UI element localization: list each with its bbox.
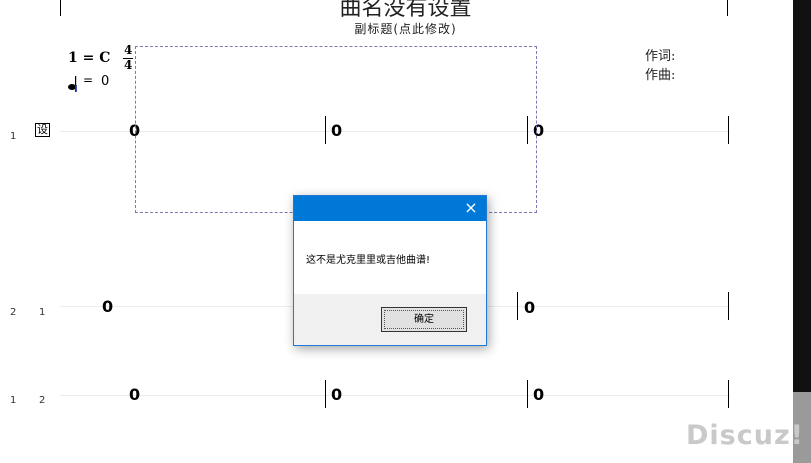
row-3-note-3[interactable]: 0 xyxy=(533,385,544,404)
row-1-label: 1 xyxy=(10,131,17,142)
staff-line-row-3 xyxy=(60,395,730,396)
row-2-note-1[interactable]: 0 xyxy=(102,297,113,316)
row-1-bar-end xyxy=(728,116,729,144)
score-subtitle[interactable]: 副标题(点此修改) xyxy=(0,20,811,37)
watermark: Discuz! xyxy=(686,420,804,451)
row-3-bar-end xyxy=(728,380,729,408)
time-signature-top: 4 xyxy=(124,43,133,57)
dialog-message: 这不是尤克里里或吉他曲谱! xyxy=(306,255,431,266)
row-2-bar-1 xyxy=(517,292,518,320)
time-signature-bottom: 4 xyxy=(124,58,133,72)
row-3-bar-1 xyxy=(325,380,326,408)
row-3-bar-2 xyxy=(527,380,528,408)
row-3-label-1: 1 xyxy=(10,395,17,406)
dialog-titlebar[interactable]: × xyxy=(294,196,486,221)
row-2-label-2: 1 xyxy=(39,307,46,318)
tempo-equals: = xyxy=(83,73,94,87)
score-title[interactable]: 曲名没有设置 xyxy=(0,0,811,22)
row-2-note-2[interactable]: 0 xyxy=(524,298,535,317)
row-3-label-2: 2 xyxy=(39,395,46,406)
key-signature: 1 = C xyxy=(68,50,111,66)
clef-mark[interactable]: 设 xyxy=(35,123,50,137)
row-3-note-1[interactable]: 0 xyxy=(129,385,140,404)
row-2-bar-end xyxy=(728,292,729,320)
tempo-value[interactable]: 0 xyxy=(101,74,109,89)
selection-box xyxy=(135,46,537,213)
row-3-note-2[interactable]: 0 xyxy=(331,385,342,404)
row-2-label-1: 2 xyxy=(10,307,17,318)
cursor-mark: I xyxy=(74,84,78,95)
composer-label[interactable]: 作曲: xyxy=(645,64,675,83)
close-icon[interactable]: × xyxy=(460,198,482,218)
lyricist-label[interactable]: 作词: xyxy=(645,45,675,64)
ok-button[interactable]: 确定 xyxy=(381,307,467,332)
message-dialog: × 这不是尤克里里或吉他曲谱! 确定 xyxy=(293,195,487,346)
